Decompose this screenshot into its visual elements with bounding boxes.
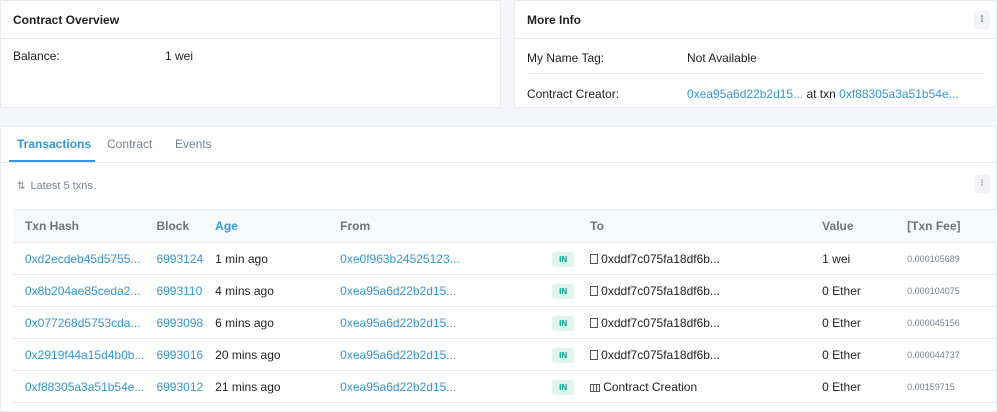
more-info-title: More Info	[527, 13, 581, 27]
more-info-header: More Info ⁝	[515, 1, 996, 39]
txn-hash-link[interactable]: 0x077268d5753cda...	[25, 316, 140, 330]
from-address-link[interactable]: 0xe0f963b24525123...	[340, 252, 459, 266]
col-value: Value	[822, 219, 854, 233]
col-age[interactable]: Age	[203, 210, 328, 243]
contract-overview-card: Contract Overview Balance: 1 wei	[0, 0, 501, 108]
fee-cell: 0.00159715	[907, 381, 955, 392]
creator-address-link[interactable]: 0xea95a6d22b2d15...	[687, 87, 803, 101]
col-direction	[540, 210, 578, 243]
latest-txns-label: Latest 5 txns	[30, 180, 93, 192]
transactions-table: Txn Hash Block Age From To Value [Txn Fe…	[13, 209, 997, 403]
table-row: 0xd2ecdeb45d5755... 6993124 1 min ago 0x…	[13, 243, 997, 275]
table-options-icon[interactable]: ⁝	[974, 175, 990, 193]
contract-icon	[590, 285, 599, 296]
contract-overview-title: Contract Overview	[1, 1, 500, 39]
tab-transactions[interactable]: Transactions	[17, 137, 91, 151]
balance-label: Balance:	[13, 49, 60, 63]
direction-badge: IN	[552, 251, 575, 267]
latest-txns-caption: ⇅ Latest 5 txns	[17, 180, 93, 192]
from-address-link[interactable]: 0xea95a6d22b2d15...	[340, 380, 456, 394]
txn-hash-link[interactable]: 0x2919f44a15d4b0b...	[25, 348, 144, 362]
value-cell: 1 wei	[822, 251, 851, 266]
block-link[interactable]: 6993012	[156, 380, 203, 394]
transactions-card: Transactions Contract Events ⇅ Latest 5 …	[0, 126, 997, 412]
txn-hash-link[interactable]: 0xf88305a3a51b54e...	[25, 380, 144, 394]
col-block: Block	[156, 219, 190, 233]
value-cell: 0 Ether	[822, 315, 861, 330]
contract-creator-label: Contract Creator:	[527, 87, 620, 101]
table-row: 0x077268d5753cda... 6993098 6 mins ago 0…	[13, 307, 997, 339]
table-row: 0x8b204ae85ceda2... 6993110 4 mins ago 0…	[13, 275, 997, 307]
name-tag-value: Not Available	[687, 51, 757, 65]
to-address: 0xddf7c075fa18df6b...	[601, 347, 720, 362]
name-tag-label: My Name Tag:	[527, 51, 605, 65]
value-cell: 0 Ether	[822, 347, 861, 362]
fee-cell: 0.000105689	[907, 253, 960, 264]
contract-icon	[590, 317, 599, 328]
to-contract-creation: Contract Creation	[603, 379, 698, 394]
direction-badge: IN	[552, 379, 575, 395]
tab-bar: Transactions Contract Events	[1, 127, 996, 163]
fee-cell: 0.000045156	[907, 317, 960, 328]
to-address: 0xddf7c075fa18df6b...	[601, 283, 720, 298]
age-cell: 20 mins ago	[215, 347, 281, 362]
table-row: 0x2919f44a15d4b0b... 6993016 20 mins ago…	[13, 339, 997, 371]
contract-icon	[590, 349, 599, 360]
from-address-link[interactable]: 0xea95a6d22b2d15...	[340, 284, 456, 298]
col-from: From	[340, 219, 371, 233]
value-cell: 0 Ether	[822, 379, 861, 394]
tab-contract[interactable]: Contract	[107, 137, 152, 151]
from-address-link[interactable]: 0xea95a6d22b2d15...	[340, 348, 456, 362]
more-options-icon[interactable]: ⁝	[974, 11, 990, 29]
balance-value: 1 wei	[165, 49, 194, 63]
from-address-link[interactable]: 0xea95a6d22b2d15...	[340, 316, 456, 330]
more-info-card: More Info ⁝ My Name Tag: Not Available C…	[514, 0, 997, 108]
to-address: 0xddf7c075fa18df6b...	[601, 315, 720, 330]
to-address: 0xddf7c075fa18df6b...	[601, 251, 720, 266]
txn-hash-link[interactable]: 0xd2ecdeb45d5755...	[25, 252, 140, 266]
col-txn-fee[interactable]: [Txn Fee]	[895, 210, 997, 243]
contract-icon	[590, 253, 599, 264]
sort-icon: ⇅	[17, 181, 26, 192]
active-tab-indicator	[9, 160, 95, 162]
txn-hash-link[interactable]: 0x8b204ae85ceda2...	[25, 284, 140, 298]
table-header-row: Txn Hash Block Age From To Value [Txn Fe…	[13, 209, 997, 243]
block-link[interactable]: 6993098	[156, 316, 203, 330]
block-link[interactable]: 6993124	[156, 252, 203, 266]
table-row: 0xf88305a3a51b54e... 6993012 21 mins ago…	[13, 371, 997, 403]
creator-txn-link[interactable]: 0xf88305a3a51b54e...	[839, 87, 958, 101]
age-cell: 21 mins ago	[215, 379, 281, 394]
col-txn-hash: Txn Hash	[25, 219, 80, 233]
fee-cell: 0.000044737	[907, 349, 960, 360]
creator-at-txn-text: at txn	[806, 87, 836, 101]
tab-events[interactable]: Events	[175, 137, 212, 151]
fee-cell: 0.000104075	[907, 285, 960, 296]
age-cell: 6 mins ago	[215, 315, 274, 330]
direction-badge: IN	[552, 315, 575, 331]
col-to: To	[590, 219, 604, 233]
direction-badge: IN	[552, 283, 575, 299]
block-link[interactable]: 6993016	[156, 348, 203, 362]
age-cell: 4 mins ago	[215, 283, 274, 298]
age-cell: 1 min ago	[215, 251, 268, 266]
block-link[interactable]: 6993110	[156, 284, 202, 298]
value-cell: 0 Ether	[822, 283, 861, 298]
contract-creation-icon	[590, 383, 601, 392]
direction-badge: IN	[552, 347, 575, 363]
